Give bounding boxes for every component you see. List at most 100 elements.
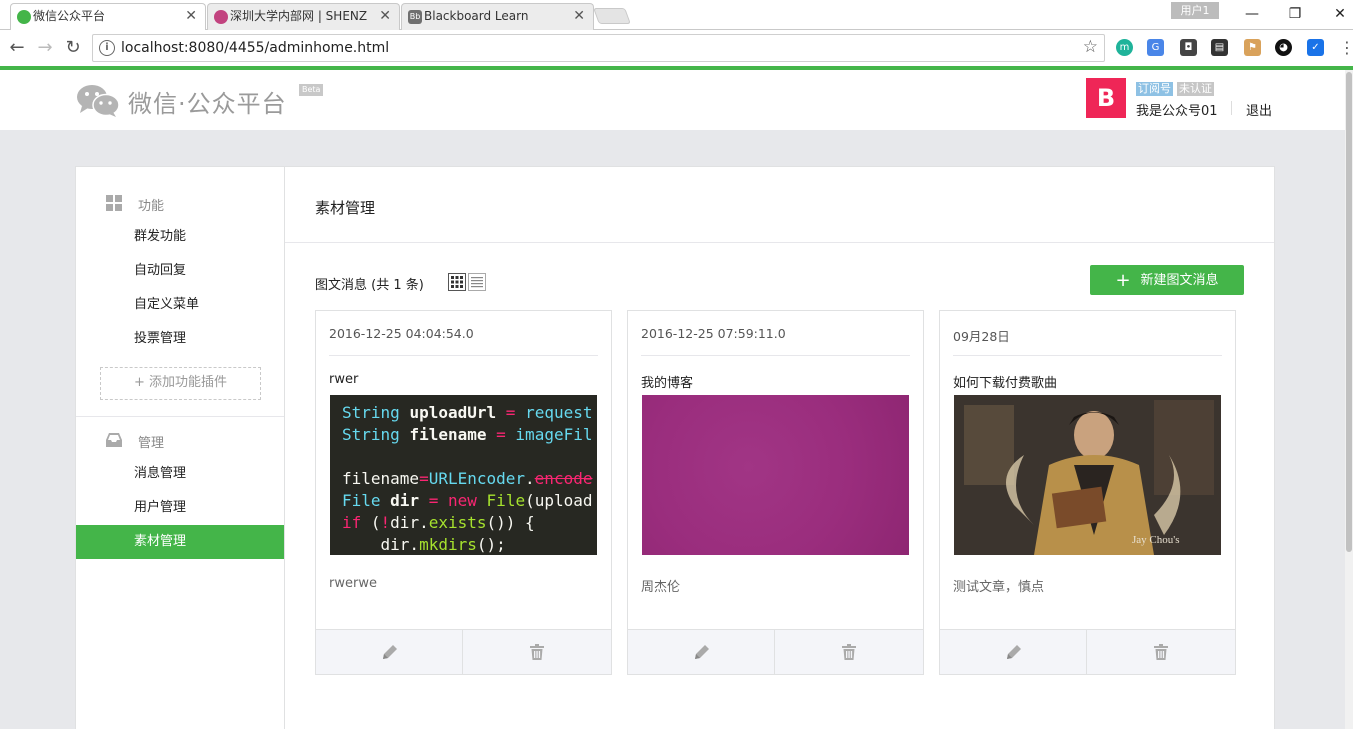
new-article-button[interactable]: + 新建图文消息 — [1090, 265, 1244, 295]
card-divider — [329, 355, 598, 356]
article-card[interactable]: 09月28日 如何下载付费歌曲 Jay Chou's 测试文章，慎点 — [939, 310, 1236, 675]
trash-icon — [1154, 644, 1168, 660]
add-plugin-button[interactable]: + 添加功能插件 — [100, 367, 261, 400]
sidebar-item-mass-send[interactable]: 群发功能 — [76, 220, 284, 254]
content-area: 素材管理 图文消息 (共 1 条) + 新建图文消息 2016-12-25 04:… — [285, 167, 1274, 729]
sidebar-item-vote[interactable]: 投票管理 — [76, 322, 284, 356]
shield-icon[interactable]: ◘ — [1180, 39, 1197, 56]
card-thumbnail-purple — [642, 395, 909, 555]
close-tab-icon[interactable]: ✕ — [379, 4, 391, 29]
card-date: 09月28日 — [953, 329, 1010, 344]
sidebar: 功能 群发功能 自动回复 自定义菜单 投票管理 + 添加功能插件 管理 消息管理… — [76, 167, 285, 729]
back-icon[interactable]: ← — [6, 37, 28, 59]
plus-icon: + — [1115, 270, 1131, 291]
subscription-badge: 订阅号 — [1136, 82, 1173, 96]
browser-user-chip[interactable]: 用户1 — [1171, 2, 1219, 19]
card-title: 我的博客 — [641, 376, 694, 391]
wechat-icon — [17, 10, 31, 24]
color-icon[interactable]: ◕ — [1275, 39, 1292, 56]
tag-icon[interactable]: ⚑ — [1244, 39, 1261, 56]
restore-icon[interactable]: ❐ — [1281, 4, 1309, 24]
reload-icon[interactable]: ↻ — [62, 37, 84, 59]
header-divider — [1231, 101, 1232, 115]
pencil-icon — [383, 645, 397, 659]
page-title: 素材管理 — [315, 199, 376, 217]
film-icon[interactable]: ▤ — [1211, 39, 1228, 56]
tab-wechat[interactable]: 微信公众平台 ✕ — [10, 3, 206, 30]
grid-view-icon[interactable] — [448, 273, 466, 291]
address-bar[interactable]: i ☆ — [92, 34, 1105, 62]
defender-icon[interactable]: ✓ — [1307, 39, 1324, 56]
new-article-label: 新建图文消息 — [1140, 273, 1219, 288]
sidebar-item-auto-reply[interactable]: 自动回复 — [76, 254, 284, 288]
scrollbar-thumb[interactable] — [1346, 72, 1352, 552]
account-name[interactable]: 我是公众号01 — [1136, 100, 1218, 119]
sidebar-item-custom-menu[interactable]: 自定义菜单 — [76, 288, 284, 322]
forward-icon[interactable]: → — [34, 37, 56, 59]
close-tab-icon[interactable]: ✕ — [573, 4, 585, 29]
translate-icon[interactable]: G — [1147, 39, 1164, 56]
card-date: 2016-12-25 04:04:54.0 — [329, 326, 474, 341]
list-view-icon[interactable] — [468, 273, 486, 291]
pencil-icon — [1007, 645, 1021, 659]
close-tab-icon[interactable]: ✕ — [185, 4, 197, 29]
sidebar-section-label: 功能 — [138, 199, 165, 214]
page-scrollbar[interactable] — [1345, 70, 1353, 729]
m-icon[interactable]: m — [1116, 39, 1133, 56]
photo-caption: Jay Chou's — [1132, 534, 1180, 546]
card-title: 如何下载付费歌曲 — [953, 376, 1058, 391]
delete-button[interactable] — [775, 630, 923, 675]
card-thumbnail-photo: Jay Chou's — [954, 395, 1221, 555]
bb-icon: Bb — [408, 10, 422, 24]
sidebar-item-users[interactable]: 用户管理 — [76, 491, 284, 525]
card-actions — [628, 629, 923, 675]
sidebar-section-label: 管理 — [138, 436, 165, 451]
minimize-icon[interactable]: — — [1238, 4, 1266, 24]
trash-icon — [842, 644, 856, 660]
sidebar-item-messages[interactable]: 消息管理 — [76, 457, 284, 491]
info-icon[interactable]: i — [99, 40, 115, 56]
article-card[interactable]: 2016-12-25 07:59:11.0 我的博客 周杰伦 — [627, 310, 924, 675]
grid-icon — [106, 195, 122, 211]
edit-button[interactable] — [628, 630, 775, 675]
card-title: rwer — [329, 372, 359, 387]
edit-button[interactable] — [940, 630, 1087, 675]
card-actions — [316, 629, 611, 675]
tab-blackboard[interactable]: Bb Blackboard Learn ✕ — [401, 3, 594, 30]
main-panel: 功能 群发功能 自动回复 自定义菜单 投票管理 + 添加功能插件 管理 消息管理… — [75, 166, 1275, 729]
article-card[interactable]: 2016-12-25 04:04:54.0 rwer String upload… — [315, 310, 612, 675]
sidebar-item-materials[interactable]: 素材管理 — [76, 525, 284, 559]
beta-badge: Beta — [299, 84, 324, 96]
browser-toolbar: ← → ↻ i ☆ m G ◘ ▤ ⚑ ◕ ✓ ⋮ — [0, 30, 1353, 66]
card-divider — [953, 355, 1222, 356]
sidebar-divider — [76, 416, 284, 417]
wechat-logo-icon — [77, 85, 120, 117]
url-input[interactable] — [121, 37, 1061, 59]
trash-icon — [530, 644, 544, 660]
new-tab-button[interactable] — [593, 8, 631, 24]
bookmark-star-icon[interactable]: ☆ — [1083, 37, 1098, 57]
logout-link[interactable]: 退出 — [1246, 100, 1272, 119]
tab-szu[interactable]: 深圳大学内部网 | SHENZ ✕ — [207, 3, 400, 30]
photo-illustration: Jay Chou's — [954, 395, 1221, 555]
card-digest: 测试文章，慎点 — [953, 580, 1045, 595]
card-date: 2016-12-25 07:59:11.0 — [641, 326, 786, 341]
szu-icon — [214, 10, 228, 24]
list-summary: 图文消息 (共 1 条) — [315, 278, 424, 293]
edit-button[interactable] — [316, 630, 463, 675]
browser-tabstrip: 微信公众平台 ✕ 深圳大学内部网 | SHENZ ✕ Bb Blackboard… — [0, 0, 1353, 30]
menu-dots-icon[interactable]: ⋮ — [1336, 37, 1353, 59]
account-avatar[interactable]: B — [1086, 78, 1126, 118]
card-actions — [940, 629, 1235, 675]
inbox-icon — [106, 433, 122, 447]
delete-button[interactable] — [1087, 630, 1235, 675]
pencil-icon — [695, 645, 709, 659]
unverified-badge: 未认证 — [1177, 82, 1214, 96]
card-digest: rwerwe — [329, 576, 377, 591]
window-close-icon[interactable]: ✕ — [1326, 4, 1353, 24]
card-thumbnail-code: String uploadUrl = request String filena… — [330, 395, 597, 555]
delete-button[interactable] — [463, 630, 611, 675]
logo-text: 微信·公众平台 — [128, 90, 287, 118]
card-digest: 周杰伦 — [641, 580, 681, 595]
title-divider — [285, 242, 1274, 243]
